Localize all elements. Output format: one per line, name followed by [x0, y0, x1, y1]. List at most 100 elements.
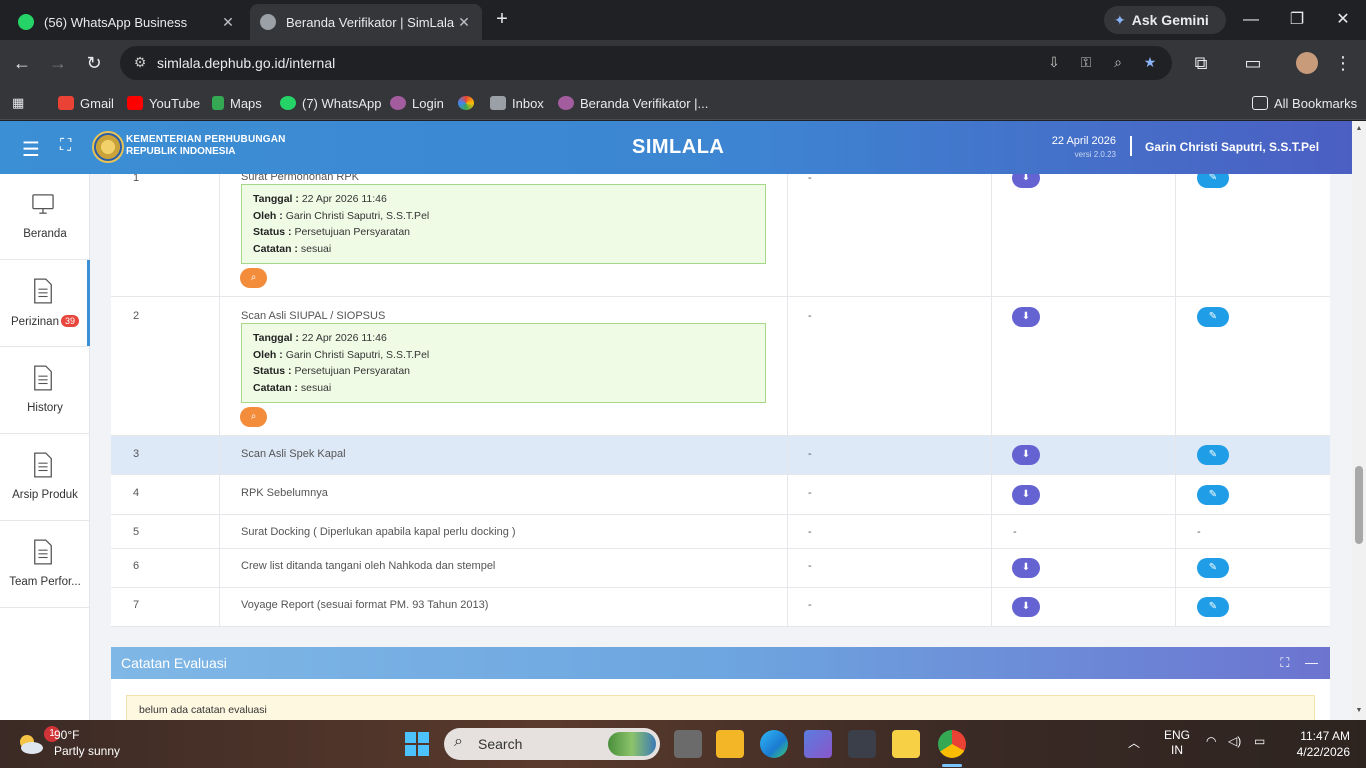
edit-button[interactable]: ✎	[1197, 445, 1229, 465]
sidebar-item-perizinan[interactable]: Perizinan 39	[0, 261, 90, 347]
address-bar[interactable]: ⚙ simlala.dephub.go.id/internal ⇩ ⚿ ⌕ ★	[120, 46, 1172, 80]
chrome-icon[interactable]	[938, 730, 966, 758]
sidebar-item-team-performance[interactable]: Team Perfor...	[0, 522, 90, 608]
edit-button[interactable]: ✎	[1197, 558, 1229, 578]
gmail-icon	[58, 96, 74, 110]
approval-info-box: Tanggal : 22 Apr 2026 11:46 Oleh : Garin…	[241, 184, 766, 264]
task-view-icon[interactable]	[674, 730, 702, 758]
close-icon[interactable]: ✕	[220, 14, 236, 31]
document-icon	[34, 365, 52, 391]
bookmark-label: (7) WhatsApp	[302, 95, 382, 111]
col3-value: -	[808, 487, 812, 499]
minimize-icon[interactable]: —	[1236, 8, 1266, 32]
download-button[interactable]: ⬇	[1012, 597, 1040, 617]
scroll-down-arrow-icon[interactable]: ▼	[1354, 707, 1364, 714]
expand-icon[interactable]: ⛶	[1280, 655, 1289, 670]
bookmark-youtube[interactable]: YouTube	[127, 93, 200, 113]
bookmark-gmail[interactable]: Gmail	[58, 93, 114, 113]
battery-icon[interactable]: ▭	[1254, 734, 1265, 748]
table-row: 2 Scan Asli SIUPAL / SIOPSUS Tanggal : 2…	[111, 297, 1330, 436]
cast-icon[interactable]: ▭	[1240, 50, 1266, 76]
chevron-up-icon[interactable]: ︿	[1128, 734, 1140, 751]
gemini-label: Ask Gemini	[1131, 12, 1209, 28]
key-icon[interactable]: ⚿	[1076, 54, 1096, 72]
col3-value: -	[808, 448, 812, 460]
header-separator	[1130, 136, 1132, 156]
bookmark-beranda[interactable]: Beranda Verifikator |...	[558, 93, 708, 113]
apps-grid-icon[interactable]: ▦	[12, 93, 24, 113]
reload-icon[interactable]: ↻	[81, 50, 107, 76]
bookmark-login[interactable]: Login	[390, 93, 444, 113]
site-info-icon[interactable]: ⚙	[130, 54, 150, 72]
download-button[interactable]: ⬇	[1012, 485, 1040, 505]
edit-button[interactable]: ✎	[1197, 174, 1229, 188]
tab-whatsapp-business[interactable]: (56) WhatsApp Business ✕	[8, 4, 246, 40]
camera-icon[interactable]	[848, 730, 876, 758]
bookmark-inbox[interactable]: Inbox	[490, 93, 544, 113]
download-button[interactable]: ⬇	[1012, 445, 1040, 465]
bookmark-maps[interactable]: Maps	[212, 93, 262, 113]
bookmark-pinwheel[interactable]	[458, 93, 480, 113]
forward-arrow-icon[interactable]: →	[45, 50, 71, 76]
row-number: 3	[133, 448, 140, 460]
wifi-icon[interactable]: ◠	[1206, 734, 1216, 748]
weather-widget[interactable]: 1 90°F Partly sunny	[16, 726, 156, 762]
copilot-icon[interactable]	[804, 730, 832, 758]
search-highlight-image	[608, 732, 656, 756]
scroll-up-arrow-icon[interactable]: ▲	[1354, 125, 1364, 132]
file-explorer-icon[interactable]	[716, 730, 744, 758]
user-name[interactable]: Garin Christi Saputri, S.S.T.Pel	[1145, 140, 1319, 154]
bookmark-whatsapp[interactable]: (7) WhatsApp	[280, 93, 381, 113]
ask-gemini-button[interactable]: ✦ Ask Gemini	[1104, 6, 1226, 34]
table-row: 3 Scan Asli Spek Kapal - ⬇ ✎	[111, 436, 1330, 475]
volume-icon[interactable]: ◁)	[1228, 734, 1241, 748]
pinwheel-icon	[458, 96, 474, 110]
download-button[interactable]: ⬇	[1012, 174, 1040, 188]
profile-avatar[interactable]	[1294, 50, 1320, 76]
collapse-icon[interactable]: —	[1305, 655, 1318, 670]
sidebar-item-arsip-produk[interactable]: Arsip Produk	[0, 435, 90, 521]
scrollbar-thumb[interactable]	[1355, 466, 1363, 544]
edit-button[interactable]: ✎	[1197, 485, 1229, 505]
download-button[interactable]: ⬇	[1012, 307, 1040, 327]
header-date: 22 April 2026	[1051, 135, 1116, 147]
edit-button[interactable]: ✎	[1197, 307, 1229, 327]
page-scrollbar[interactable]: ▲ ▼	[1352, 121, 1366, 720]
new-tab-button[interactable]: +	[490, 8, 514, 32]
maximize-icon[interactable]: ❐	[1282, 8, 1312, 32]
sidebar-item-label: History	[27, 402, 63, 414]
evaluation-card-header: Catatan Evaluasi ⛶ —	[111, 647, 1330, 679]
tab-simlala[interactable]: Beranda Verifikator | SimLala ✕	[250, 4, 482, 40]
back-arrow-icon[interactable]: ←	[9, 50, 35, 76]
edge-icon[interactable]	[760, 730, 788, 758]
install-icon[interactable]: ⇩	[1044, 54, 1064, 72]
fullscreen-icon[interactable]: ⛶	[60, 137, 71, 155]
sidebar-item-history[interactable]: History	[0, 348, 90, 434]
view-detail-button[interactable]: ⌕	[240, 407, 267, 427]
edit-button[interactable]: ✎	[1197, 597, 1229, 617]
close-window-icon[interactable]: ✕	[1328, 8, 1358, 32]
view-detail-button[interactable]: ⌕	[240, 268, 267, 288]
table-row: 4 RPK Sebelumnya - ⬇ ✎	[111, 475, 1330, 515]
language-indicator[interactable]: ENG IN	[1164, 728, 1190, 758]
zoom-icon[interactable]: ⌕	[1108, 54, 1128, 72]
taskbar-search[interactable]: ⌕ Search	[444, 728, 660, 760]
extensions-icon[interactable]: ⧉	[1188, 50, 1214, 76]
document-name: Voyage Report (sesuai format PM. 93 Tahu…	[241, 599, 489, 611]
sticky-notes-icon[interactable]	[892, 730, 920, 758]
ministry-logo	[92, 131, 124, 163]
all-bookmarks-folder[interactable]: All Bookmarks	[1252, 93, 1357, 113]
perizinan-count-badge: 39	[60, 315, 79, 327]
windows-start-icon[interactable]	[405, 732, 429, 756]
search-icon: ⌕	[454, 733, 463, 750]
tab-title: (56) WhatsApp Business	[44, 14, 188, 30]
download-button[interactable]: ⬇	[1012, 558, 1040, 578]
sidebar-item-beranda[interactable]: Beranda	[0, 174, 90, 260]
system-clock[interactable]: 11:47 AM 4/22/2026	[1297, 728, 1350, 760]
hamburger-menu-icon[interactable]: ☰	[22, 137, 40, 162]
star-icon[interactable]: ★	[1140, 54, 1160, 72]
table-row: 7 Voyage Report (sesuai format PM. 93 Ta…	[111, 588, 1330, 627]
url-text[interactable]: simlala.dephub.go.id/internal	[157, 55, 335, 71]
close-icon[interactable]: ✕	[456, 14, 472, 31]
menu-kebab-icon[interactable]: ⋮	[1330, 50, 1356, 76]
